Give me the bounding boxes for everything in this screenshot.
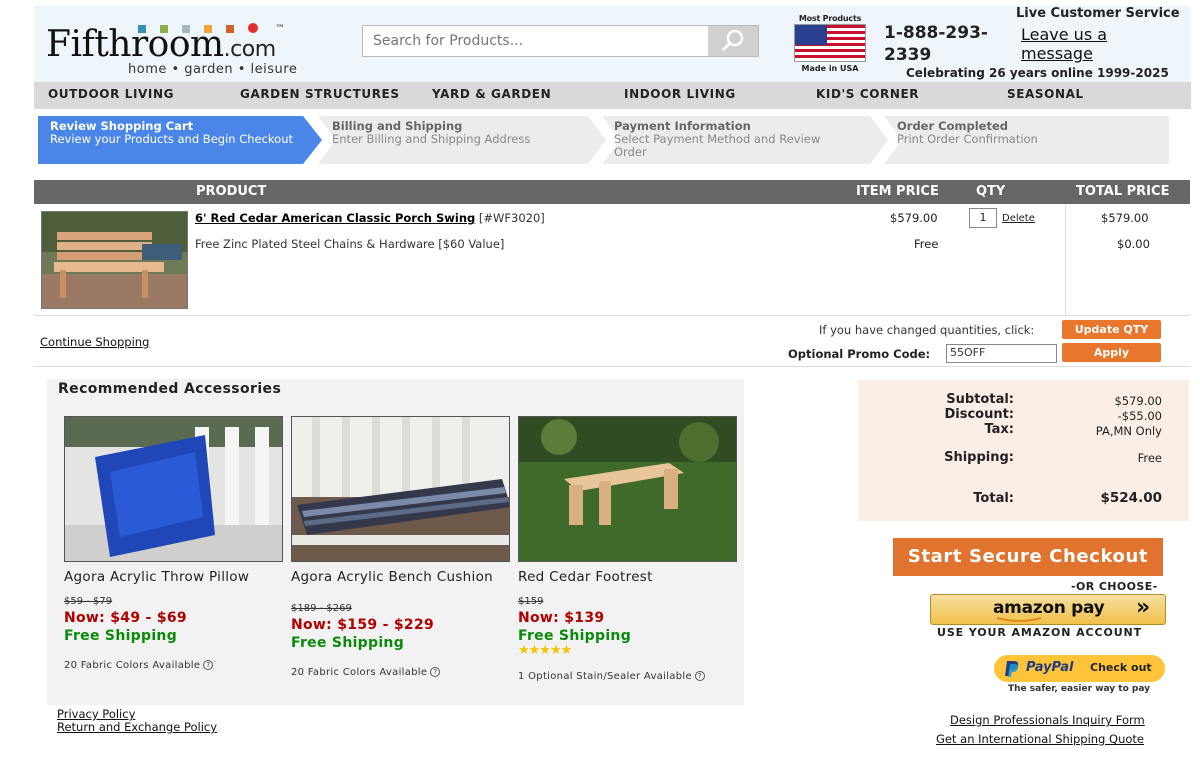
or-choose-label: -OR CHOOSE- [1071,580,1158,593]
amazon-pay-logo: amazon pay [993,598,1105,618]
cart-item-total: $579.00 [1101,211,1149,225]
search-bar [362,25,759,57]
cart-item-price: $579.00 [890,211,938,225]
discount-label: Discount: [944,407,1014,422]
help-icon[interactable]: ? [203,660,214,670]
intl-shipping-link[interactable]: Get an International Shipping Quote [936,732,1144,746]
tax-value: PA,MN Only [1095,424,1162,438]
nav-seasonal[interactable]: SEASONAL [1007,87,1084,101]
accessory-availability: 1 Optional Stain/Sealer Available? [518,671,705,682]
subtotal-value: $579.00 [1114,394,1162,408]
accessory-free-shipping: Free Shipping [64,628,178,644]
accessory-old-price: $59 - $79 [64,596,113,607]
freebie-price: Free [914,237,939,251]
us-flag-icon [794,24,866,62]
product-image-porch-swing[interactable] [41,211,188,309]
nav-indoor-living[interactable]: INDOOR LIVING [624,87,736,101]
amazon-smile-icon [996,617,1042,622]
paypal-checkout-button[interactable]: PayPal Check out [994,655,1165,682]
cart-item-title: 6' Red Cedar American Classic Porch Swin… [195,211,545,225]
live-service-label: Live Customer Service [1016,6,1180,21]
apply-button[interactable]: Apply [1062,343,1161,362]
accessory-free-shipping: Free Shipping [291,635,405,651]
accessory-name[interactable]: Agora Acrylic Bench Cushion [291,569,501,585]
search-button[interactable] [708,26,758,56]
search-input[interactable] [363,26,708,56]
recommended-accessories: Recommended Accessories Agora Acrylic Th… [47,379,744,705]
accessory-availability: 20 Fabric Colors Available? [291,667,441,678]
divider [34,366,1190,367]
site-logo[interactable]: Fifthroom.com™ home • garden • leisure [46,14,336,78]
step-order-completed: Order Completed Print Order Confirmation [897,119,1038,146]
leave-message-link[interactable]: Leave us a message [1021,25,1141,63]
accessory-now-price: Now: $159 - $229 [291,617,435,633]
logo-wordmark: Fifthroom.com™ [46,24,285,65]
start-secure-checkout-button[interactable]: Start Secure Checkout [893,538,1163,576]
search-icon [721,29,744,52]
accessory-availability: 20 Fabric Colors Available? [64,660,214,671]
paypal-sub-label: The safer, easier way to pay [1008,684,1151,694]
chevron-right-icon: » [1136,595,1151,620]
nav-garden-structures[interactable]: GARDEN STRUCTURES [240,87,400,101]
privacy-policy-link[interactable]: Privacy Policy [57,707,135,721]
promo-label: Optional Promo Code: [788,347,931,361]
shipping-value: Free [1137,451,1162,465]
help-icon[interactable]: ? [430,667,441,677]
qty-input[interactable]: 1 [969,208,997,228]
step-billing-shipping: Billing and Shipping Enter Billing and Sh… [332,119,531,146]
nav-yard-garden[interactable]: YARD & GARDEN [432,87,551,101]
freebie-total: $0.00 [1117,237,1150,251]
accessory-now-price: Now: $49 - $69 [64,610,187,626]
paypal-p-icon [1005,661,1019,677]
accessory-free-shipping: Free Shipping [518,628,632,644]
celebrating-banner: Celebrating 26 years online 1999-2025 [906,66,1169,80]
promo-code-input[interactable]: 55OFF [946,344,1057,363]
total-value: $524.00 [1100,490,1163,506]
main-nav: OUTDOOR LIVING GARDEN STRUCTURES YARD & … [34,82,1191,109]
delete-link[interactable]: Delete [1002,213,1035,224]
help-icon[interactable]: ? [694,671,705,681]
discount-value: -$55.00 [1117,409,1162,423]
nav-outdoor-living[interactable]: OUTDOOR LIVING [48,87,174,101]
col-item-price: ITEM PRICE [856,184,939,199]
rating-stars: ★★★★★ [518,643,572,658]
divider [1065,204,1066,316]
divider [34,315,1190,316]
return-policy-link[interactable]: Return and Exchange Policy [57,720,217,734]
update-qty-button[interactable]: Update QTY [1062,320,1161,339]
order-summary: Subtotal: $579.00 Discount: -$55.00 Tax:… [858,380,1189,521]
amazon-pay-button[interactable]: amazon pay » [930,594,1166,625]
site-header: Fifthroom.com™ home • garden • leisure M… [34,6,1191,82]
amazon-sub-label: USE YOUR AMAZON ACCOUNT [937,626,1143,639]
cart-table-header: PRODUCT ITEM PRICE QTY TOTAL PRICE [34,180,1190,204]
accessory-now-price: Now: $139 [518,610,605,626]
total-label: Total: [973,491,1014,506]
accessory-old-price: $189 - $269 [291,603,352,614]
cart-item-link[interactable]: 6' Red Cedar American Classic Porch Swin… [195,211,475,225]
accessories-title: Recommended Accessories [58,381,282,397]
shipping-label: Shipping: [944,450,1014,465]
made-in-usa-badge: Most Products Made in USA [792,14,868,73]
accessory-image-footrest[interactable] [518,416,737,562]
step-payment-info: Payment Information Select Payment Method… [614,119,821,159]
col-qty: QTY [976,184,1006,199]
accessory-image-pillow[interactable] [64,416,283,562]
qty-note: If you have changed quantities, click: [819,323,1035,337]
logo-tagline: home • garden • leisure [128,62,298,77]
phone-number[interactable]: 1-888-293-2339 [884,22,994,66]
col-product: PRODUCT [196,184,267,199]
accessory-name[interactable]: Red Cedar Footrest [518,569,728,585]
accessory-name[interactable]: Agora Acrylic Throw Pillow [64,569,274,585]
accessory-image-bench-cushion[interactable] [291,416,510,562]
design-pro-link[interactable]: Design Professionals Inquiry Form [950,713,1145,727]
continue-shopping-link[interactable]: Continue Shopping [40,335,149,349]
nav-kids-corner[interactable]: KID'S CORNER [816,87,919,101]
accessory-old-price: $159 [518,596,544,607]
tax-label: Tax: [984,422,1014,437]
step-review-cart: Review Shopping Cart Review your Products… [50,119,294,146]
freebie-item: Free Zinc Plated Steel Chains & Hardware… [195,237,505,251]
col-total-price: TOTAL PRICE [1076,184,1170,199]
subtotal-label: Subtotal: [946,392,1014,407]
